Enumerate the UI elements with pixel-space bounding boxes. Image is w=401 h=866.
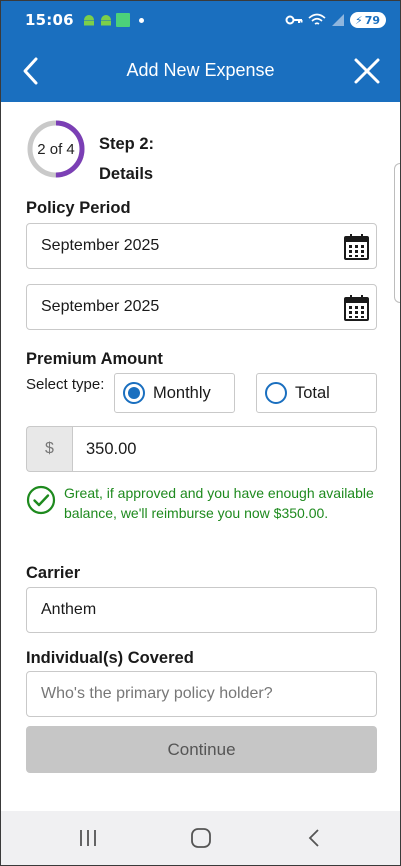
system-nav-bar (1, 811, 400, 865)
status-time: 15:06 (25, 11, 74, 29)
wifi-icon (308, 13, 326, 25)
radio-label-total: Total (295, 383, 330, 402)
success-message-text: Great, if approved and you have enough a… (64, 485, 374, 521)
carrier-value: Anthem (41, 601, 97, 618)
battery-bolt-icon: ⚡ (354, 13, 363, 27)
calendar-icon[interactable] (344, 295, 369, 321)
check-circle-icon (26, 485, 56, 515)
policy-start-field[interactable]: September 2025 (26, 223, 377, 269)
more-notifications-dot (138, 17, 144, 23)
step-name: Details (99, 165, 154, 183)
system-back-button[interactable] (284, 818, 344, 858)
recent-apps-icon[interactable] (78, 829, 98, 847)
radio-unselected-icon[interactable] (265, 382, 287, 404)
android-icon (83, 15, 94, 26)
notification-icons (82, 13, 144, 27)
step-progress-text: 2 of 4 (37, 140, 75, 158)
individuals-covered-placeholder: Who's the primary policy holder? (41, 685, 273, 702)
policy-end-field[interactable]: September 2025 (26, 284, 377, 330)
radio-option-monthly[interactable]: Monthly (114, 373, 235, 413)
battery-indicator: ⚡ 79 (349, 12, 386, 28)
app-header: Add New Expense (1, 39, 400, 102)
premium-amount-input[interactable]: 350.00 (72, 426, 377, 472)
system-back-icon[interactable] (307, 828, 321, 848)
individuals-covered-label: Individual(s) Covered (26, 649, 194, 667)
carrier-field[interactable]: Anthem (26, 587, 377, 633)
vpn-key-icon (285, 15, 303, 25)
premium-amount-group: $ 350.00 (26, 426, 377, 472)
recent-apps-button[interactable] (58, 818, 118, 858)
android-icon (100, 15, 111, 26)
carrier-label: Carrier (26, 564, 81, 582)
calendar-icon[interactable] (344, 234, 369, 260)
close-button[interactable] (352, 56, 382, 86)
home-icon[interactable] (190, 827, 212, 849)
edge-panel-handle[interactable] (394, 163, 400, 303)
radio-option-total[interactable]: Total (256, 373, 377, 413)
step-number: Step 2: (99, 135, 155, 153)
app-notification-icon (115, 13, 130, 27)
step-indicator: 2 of 4 Step 2: Details (26, 119, 154, 183)
policy-period-label: Policy Period (26, 199, 131, 217)
status-bar: 15:06 ⚡ 79 (1, 1, 400, 39)
back-button[interactable] (19, 56, 45, 86)
step-title: Step 2: Details (99, 129, 219, 189)
success-message: Great, if approved and you have enough a… (26, 483, 377, 523)
home-button[interactable] (171, 818, 231, 858)
step-progress-ring: 2 of 4 (26, 119, 86, 179)
page-title: Add New Expense (126, 60, 275, 80)
status-right-icons: ⚡ 79 (285, 12, 386, 28)
individuals-covered-input[interactable]: Who's the primary policy holder? (26, 671, 377, 717)
continue-button[interactable]: Continue (26, 726, 377, 773)
currency-symbol: $ (26, 426, 72, 472)
policy-start-value: September 2025 (41, 237, 160, 254)
radio-label-monthly: Monthly (153, 383, 211, 402)
policy-end-value: September 2025 (41, 298, 160, 315)
premium-amount-label: Premium Amount (26, 350, 163, 368)
select-type-label: Select type: (26, 376, 105, 393)
signal-icon (331, 14, 344, 26)
radio-selected-icon[interactable] (123, 382, 145, 404)
